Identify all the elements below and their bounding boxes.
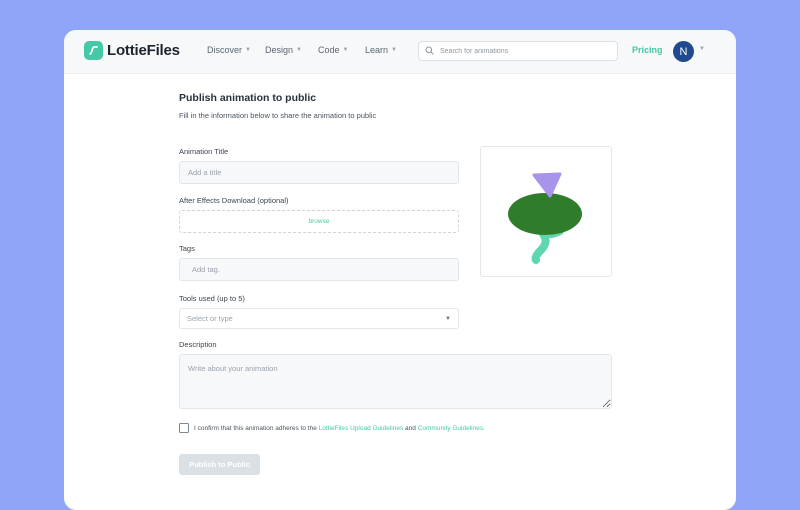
ae-download-dropzone[interactable]: browse — [179, 210, 459, 233]
confirm-suffix: . — [483, 424, 485, 432]
nav-label: Discover — [207, 45, 243, 55]
tags-input[interactable] — [179, 258, 459, 281]
pricing-link[interactable]: Pricing — [632, 45, 663, 55]
confirm-row: I confirm that this animation adheres to… — [179, 423, 485, 433]
search-box — [418, 41, 618, 61]
nav-learn[interactable]: Learn ▼ — [365, 45, 397, 55]
community-guidelines-link[interactable]: Community Guidelines — [418, 425, 483, 432]
tools-select[interactable]: Select or type ▼ — [179, 308, 459, 329]
app-window: LottieFiles Discover ▼ Design ▼ Code ▼ L… — [64, 30, 736, 510]
description-label: Description — [179, 340, 217, 349]
description-textarea[interactable] — [179, 354, 612, 409]
animation-preview-graphic — [508, 172, 582, 264]
top-navbar: LottieFiles Discover ▼ Design ▼ Code ▼ L… — [64, 30, 736, 74]
nav-label: Code — [318, 45, 340, 55]
publish-button[interactable]: Publish to Public — [179, 454, 260, 475]
page-subtitle: Fill in the information below to share t… — [179, 111, 377, 120]
animation-title-label: Animation Title — [179, 147, 229, 156]
chevron-down-icon: ▼ — [296, 47, 302, 53]
confirm-prefix: I confirm that this animation adheres to… — [194, 424, 317, 432]
nav-label: Learn — [365, 45, 389, 55]
caret-down-icon: ▼ — [445, 315, 451, 322]
brand-name: LottieFiles — [107, 41, 180, 59]
ae-download-label: After Effects Download (optional) — [179, 196, 289, 205]
confirm-and: and — [405, 424, 416, 432]
chevron-down-icon: ▼ — [342, 47, 349, 53]
tools-label: Tools used (up to 5) — [179, 294, 245, 303]
nav-label: Design — [265, 45, 294, 55]
chevron-down-icon[interactable]: ▼ — [699, 46, 705, 52]
animation-preview — [480, 146, 612, 277]
nav-discover[interactable]: Discover ▼ — [207, 45, 251, 55]
upload-guidelines-link[interactable]: LottieFiles Upload Guidelines — [319, 425, 404, 432]
search-icon — [425, 42, 434, 60]
nav-design[interactable]: Design ▼ — [265, 45, 302, 55]
animation-title-input[interactable] — [179, 161, 459, 184]
avatar[interactable]: N — [673, 41, 694, 62]
page-title: Publish animation to public — [179, 92, 317, 104]
confirm-text: I confirm that this animation adheres to… — [194, 425, 485, 432]
chevron-down-icon: ▼ — [245, 47, 251, 53]
search-input[interactable] — [438, 46, 612, 56]
lottie-logo-icon — [84, 40, 103, 60]
browse-link[interactable]: browse — [309, 218, 330, 225]
confirm-checkbox[interactable] — [179, 423, 189, 433]
tools-select-placeholder: Select or type — [187, 314, 233, 323]
chevron-down-icon: ▼ — [391, 47, 397, 53]
nav-code[interactable]: Code ▼ — [318, 45, 348, 55]
lottiefiles-logo[interactable]: LottieFiles — [84, 40, 180, 60]
tags-label: Tags — [179, 244, 195, 253]
